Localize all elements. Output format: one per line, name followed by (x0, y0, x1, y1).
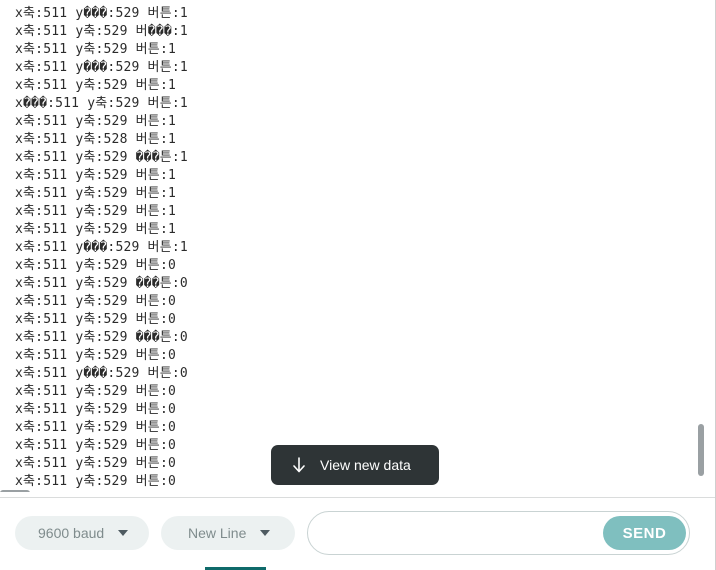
log-line: x축:511 y축:529 버튼:1 (15, 222, 177, 237)
log-line: x축:511 y축:529 버튼:0 (15, 456, 177, 471)
log-line: x축:511 y축:529 버튼:0 (15, 348, 177, 363)
log-line: x축:511 y축:529 버튼:0 (15, 402, 177, 417)
log-line: x축:511 y축:529 ���튼:0 (15, 330, 188, 345)
log-line: x축:511 y���:529 버튼:1 (15, 240, 188, 255)
log-line: x축:511 y축:529 버튼:1 (15, 78, 177, 93)
view-new-data-label: View new data (320, 457, 411, 473)
log-line: x축:511 y축:529 버튼:0 (15, 258, 177, 273)
log-line: x축:511 y축:529 버튼:1 (15, 186, 177, 201)
log-line: x축:511 y축:529 버튼:1 (15, 204, 177, 219)
serial-monitor: x축:511 y���:529 버튼:1 x축:511 y축:529 버���:1… (0, 0, 716, 570)
line-ending-value: New Line (188, 525, 247, 541)
log-line: x축:511 y축:529 버튼:0 (15, 420, 177, 435)
log-line: x축:511 y축:529 ���튼:1 (15, 150, 188, 165)
serial-output[interactable]: x축:511 y���:529 버튼:1 x축:511 y축:529 버���:1… (0, 0, 706, 492)
serial-controls: 9600 baud New Line SEND (0, 497, 715, 570)
log-line: x축:511 y축:529 버튼:0 (15, 294, 177, 309)
log-line: x축:511 y축:529 버���:1 (15, 24, 188, 39)
baud-rate-select[interactable]: 9600 baud (15, 516, 149, 550)
view-new-data-button[interactable]: View new data (271, 445, 439, 485)
chevron-down-icon (260, 530, 271, 536)
log-line: x���:511 y축:529 버튼:1 (15, 96, 188, 111)
log-line: x축:511 y축:529 버튼:0 (15, 384, 177, 399)
log-line: x축:511 y축:529 ���튼:0 (15, 276, 188, 291)
log-line: x축:511 y축:529 버튼:0 (15, 438, 177, 453)
line-ending-select[interactable]: New Line (161, 516, 295, 550)
log-line: x축:511 y���:529 버튼:0 (15, 366, 188, 381)
log-line: x축:511 y축:529 버튼:0 (15, 474, 177, 489)
arrow-down-icon (291, 456, 307, 474)
baud-rate-value: 9600 baud (38, 525, 105, 541)
log-line: x축:511 y축:528 버튼:1 (15, 132, 177, 147)
log-line: x축:511 y���:529 버튼:1 (15, 6, 188, 21)
chevron-down-icon (118, 530, 129, 536)
message-input[interactable] (326, 520, 600, 548)
serial-output-lines: x축:511 y���:529 버튼:1 x축:511 y축:529 버���:1… (15, 5, 188, 491)
horizontal-scrollbar[interactable] (0, 490, 30, 492)
log-line: x축:511 y���:529 버튼:1 (15, 60, 188, 75)
log-line: x축:511 y축:529 버튼:1 (15, 168, 177, 183)
vertical-scrollbar[interactable] (698, 424, 704, 476)
log-line: x축:511 y축:529 버튼:1 (15, 114, 177, 129)
send-button[interactable]: SEND (603, 516, 686, 550)
log-line: x축:511 y축:529 버튼:0 (15, 312, 177, 327)
log-line: x축:511 y축:529 버튼:1 (15, 42, 177, 57)
message-input-container: SEND (307, 511, 690, 555)
